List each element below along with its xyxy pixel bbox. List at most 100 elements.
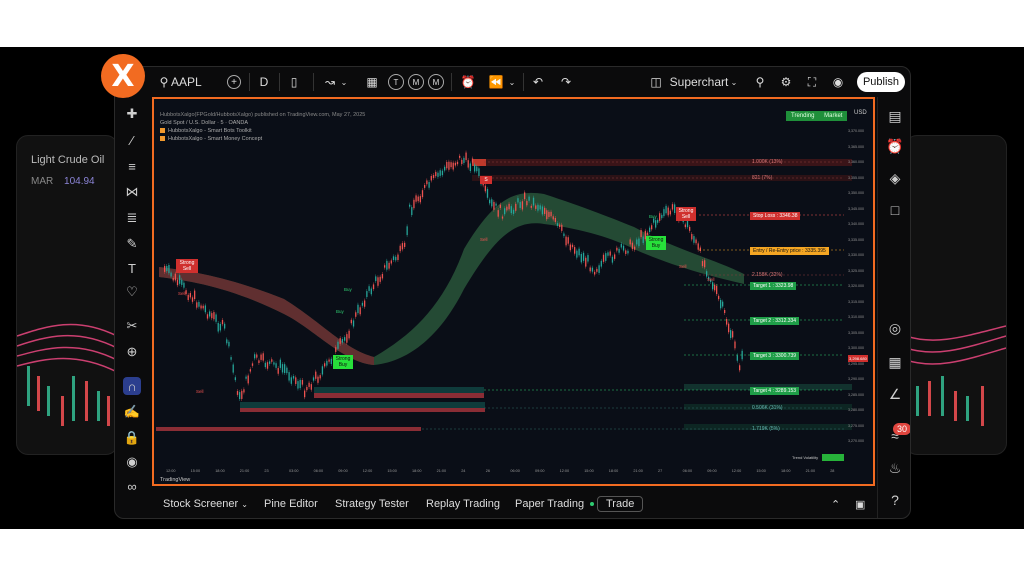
time-axis[interactable]: 12:00 15:00 18:00 21:00 23 03:00 06:00 09:00 12:…: [154, 469, 848, 477]
price-axis[interactable]: 3,370.000 3,365.000 3,360.000 3,355.000 3,35…: [848, 129, 873, 449]
strategy-tester-tab[interactable]: Strategy Tester: [335, 498, 409, 510]
candle: [226, 339, 228, 344]
fib-icon[interactable]: ≣: [123, 209, 141, 227]
sell-label-4: Sell: [679, 264, 687, 269]
maximize-panel-icon[interactable]: ▣: [855, 498, 865, 511]
candle: [591, 267, 594, 272]
candle: [461, 159, 463, 165]
candle: [189, 293, 192, 298]
alert-clock-icon[interactable]: ⏰: [459, 73, 477, 91]
candle: [706, 271, 708, 277]
zoom-icon[interactable]: ⊕: [123, 343, 141, 361]
candle: [421, 190, 424, 198]
chart-area[interactable]: HubbotsXalgo(FPGold/HubbotsXalgo) publis…: [152, 97, 875, 486]
candle: [465, 152, 467, 161]
candles-icon[interactable]: ▯: [285, 73, 303, 91]
trend-volatility-badge[interactable]: Trend Volatility: [792, 455, 818, 460]
quick-search-icon[interactable]: ⚲: [751, 73, 769, 91]
settings-gear-icon[interactable]: ⚙: [777, 73, 795, 91]
stock-screener-tab[interactable]: Stock Screener ⌄: [163, 498, 248, 510]
candle: [384, 265, 386, 268]
add-symbol-icon[interactable]: +: [225, 73, 243, 91]
candle: [183, 282, 185, 288]
eye-icon[interactable]: ◉: [123, 453, 141, 471]
candle: [663, 209, 665, 217]
candle: [574, 247, 576, 254]
candle: [495, 203, 497, 206]
layout-name-button[interactable]: Superchart: [669, 73, 729, 91]
candle: [348, 330, 350, 339]
link-icon[interactable]: ∞: [123, 477, 141, 495]
target-icon[interactable]: ◎: [886, 319, 904, 337]
ruler-icon[interactable]: ✂: [123, 317, 141, 335]
replay-icon[interactable]: ⏪: [487, 73, 505, 91]
heart-icon[interactable]: ♡: [123, 283, 141, 301]
candle: [501, 216, 504, 219]
watchlist-icon[interactable]: ▤: [886, 107, 904, 125]
publish-button[interactable]: Publish: [857, 72, 905, 92]
target-1-label: Target 1 : 3323.98: [750, 282, 797, 290]
candle: [616, 247, 618, 251]
app-logo[interactable]: X: [101, 54, 145, 98]
bell-icon[interactable]: ♨: [886, 459, 904, 477]
collapse-panel-icon[interactable]: ⌃: [831, 498, 840, 511]
layers-icon[interactable]: ◈: [886, 169, 904, 187]
candle: [596, 268, 598, 272]
chevron-down-icon[interactable]: ⌄: [729, 73, 739, 91]
level-label-5: 1.719K (5%): [752, 426, 780, 432]
candle: [315, 371, 317, 379]
candle: [611, 256, 614, 263]
crosshair-icon[interactable]: ✚: [123, 105, 141, 123]
pattern-icon[interactable]: ⋈: [123, 183, 141, 201]
layout-icon[interactable]: ◫: [647, 73, 665, 91]
magnet-icon[interactable]: ∩: [123, 377, 141, 395]
trend-line-icon[interactable]: ∕: [123, 131, 141, 149]
trade-tab[interactable]: Trade: [597, 496, 644, 512]
time-tick-label: 12:00: [362, 469, 373, 473]
timeframe-button[interactable]: D: [255, 73, 273, 91]
text-icon[interactable]: T: [123, 259, 141, 277]
pine-editor-tab[interactable]: Pine Editor: [264, 498, 318, 510]
horizontal-lines-icon[interactable]: ≡: [123, 157, 141, 175]
candle: [631, 242, 634, 250]
buy-label-2: Buy: [336, 309, 344, 314]
level-label-1: 1.000K (13%): [752, 159, 783, 165]
trend-volatility-toggle[interactable]: [822, 454, 844, 461]
undo-icon[interactable]: ↶: [529, 73, 547, 91]
replay-trading-tab[interactable]: Replay Trading: [426, 498, 500, 510]
candle: [537, 204, 539, 211]
symbol-search-button[interactable]: AAPL: [171, 73, 211, 91]
redo-icon[interactable]: ↷: [557, 73, 575, 91]
pencil-lock-icon[interactable]: ✍: [123, 403, 141, 421]
help-icon[interactable]: ?: [886, 491, 904, 509]
candle: [172, 277, 174, 281]
candle: [602, 254, 605, 262]
candle: [419, 196, 422, 203]
candle: [544, 207, 546, 214]
chat-icon[interactable]: □: [886, 201, 904, 219]
candle: [642, 236, 644, 243]
candle: [716, 285, 718, 295]
trend-line-tool-icon[interactable]: ∠: [886, 385, 904, 403]
quick-button-m1[interactable]: M: [407, 73, 425, 91]
alarm-clock-icon[interactable]: ⏰: [886, 137, 904, 155]
chevron-down-icon[interactable]: ⌄: [507, 73, 517, 91]
lock-icon[interactable]: 🔒: [123, 429, 141, 447]
chevron-down-icon[interactable]: ⌄: [339, 73, 349, 91]
candle: [286, 367, 288, 374]
fullscreen-icon[interactable]: ⛶: [803, 73, 821, 91]
paper-trading-tab[interactable]: Paper Trading: [515, 498, 595, 510]
candle: [328, 359, 330, 362]
calendar-icon[interactable]: ▦: [886, 353, 904, 371]
brush-icon[interactable]: ✎: [123, 235, 141, 253]
price-tick-label: 3,345.000: [848, 206, 864, 211]
left-card-chart: [17, 323, 117, 426]
search-icon[interactable]: ⚲: [157, 73, 171, 91]
templates-icon[interactable]: ▦: [363, 73, 381, 91]
quick-button-m2[interactable]: M: [427, 73, 445, 91]
quick-button-t[interactable]: T: [387, 73, 405, 91]
candle: [554, 217, 557, 222]
candle: [486, 188, 489, 198]
camera-icon[interactable]: ◉: [829, 73, 847, 91]
indicators-icon[interactable]: ↝: [321, 73, 339, 91]
